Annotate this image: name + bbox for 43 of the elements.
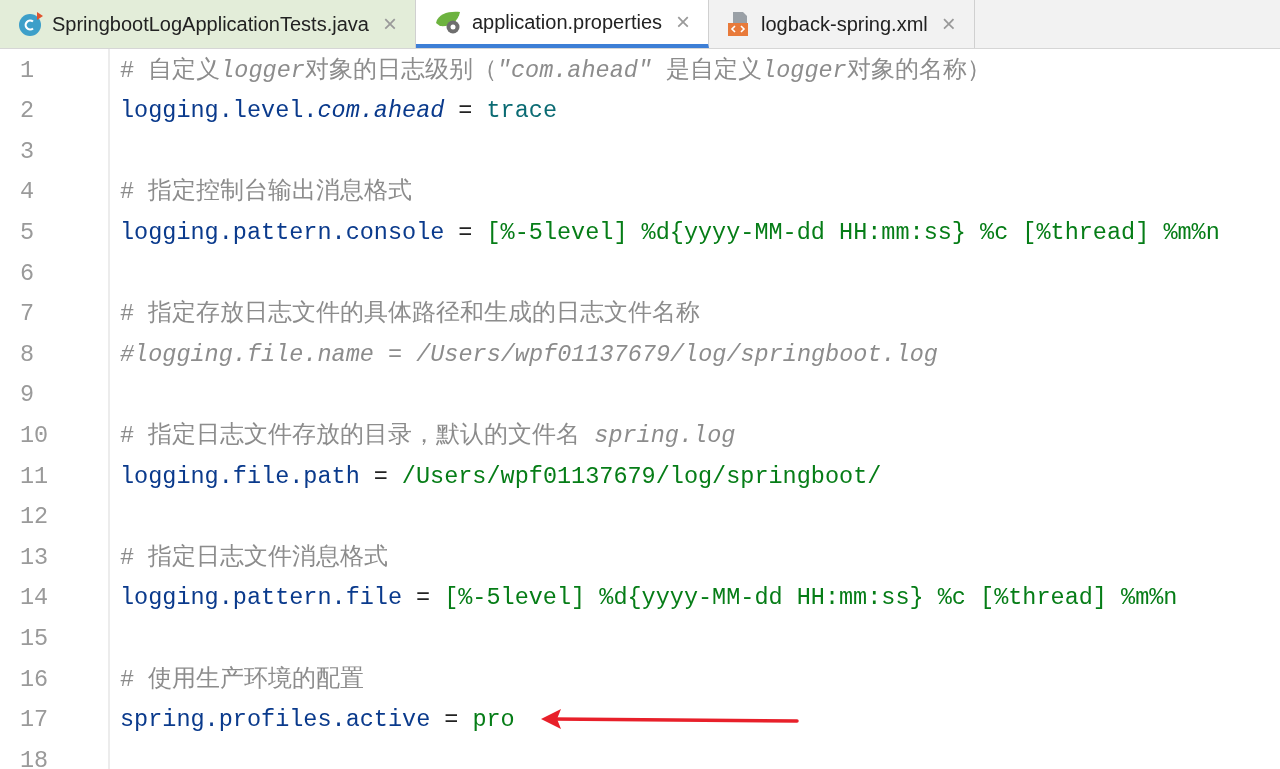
line-number: 8 [19, 339, 36, 370]
line-number: 6 [19, 258, 36, 289]
line-number: 14 [19, 583, 50, 614]
line-number: 2 [19, 96, 36, 127]
line-number: 12 [19, 502, 50, 533]
property-key: logging.level.com.ahead [120, 93, 445, 129]
editor-tab[interactable]: application.properties × [415, 0, 710, 48]
line-number: 15 [19, 624, 50, 654]
line-number: 5 [19, 218, 36, 249]
code-comment: # 自定义 logger对象的日志级别（"com.ahead" 是自定义 logger对象的名称） [120, 56, 991, 84]
line-number: 17 [19, 705, 50, 736]
property-value: [%-5level] %d{yyyy-MM-dd HH:mm:ss} %c [%thread] %m%n [444, 583, 1178, 614]
property-key: logging.file.path [120, 458, 360, 494]
line-number: 1 [19, 55, 36, 86]
equals-sign: = [416, 583, 431, 614]
property-value: /Users/wpf01137679/log/springboot/ [401, 461, 882, 492]
code-comment: # 指定日志文件存放的目录，默认的文件名 spring.log [120, 422, 736, 449]
code-comment: # 指定日志文件消息格式 [120, 543, 389, 571]
equals-sign: = [444, 705, 459, 736]
line-number: 9 [19, 380, 36, 411]
line-number: 3 [19, 136, 36, 167]
property-value: trace [486, 96, 557, 127]
commented-code: #logging.file.name = /Users/wpf01137679/log/springboot.log [120, 340, 938, 368]
line-number: 10 [19, 421, 50, 451]
equals-sign: = [458, 218, 473, 249]
equals-sign: = [373, 461, 388, 492]
property-key: logging.pattern.console [120, 215, 445, 251]
line-number: 18 [19, 745, 50, 769]
line-number: 4 [19, 177, 36, 208]
editor-tab[interactable]: SpringbootLogApplicationTests.java × [0, 0, 416, 48]
property-key: logging.pattern.file [120, 580, 403, 616]
property-key: spring.profiles.active [120, 702, 431, 738]
code-comment: # 指定存放日志文件的具体路径和生成的日志文件名称 [120, 300, 701, 328]
code-comment: # 使用生产环境的配置 [120, 665, 365, 693]
equals-sign: = [458, 96, 473, 127]
line-number: 11 [19, 461, 50, 492]
line-number: 16 [19, 664, 50, 695]
class-file-icon [18, 11, 44, 37]
property-value: pro [472, 705, 515, 736]
property-value: [%-5level] %d{yyyy-MM-dd HH:mm:ss} %c [%thread] %m%n [486, 218, 1220, 249]
line-number: 13 [19, 542, 50, 573]
line-number: 7 [19, 299, 36, 330]
code-comment: # 指定控制台输出消息格式 [120, 178, 413, 206]
